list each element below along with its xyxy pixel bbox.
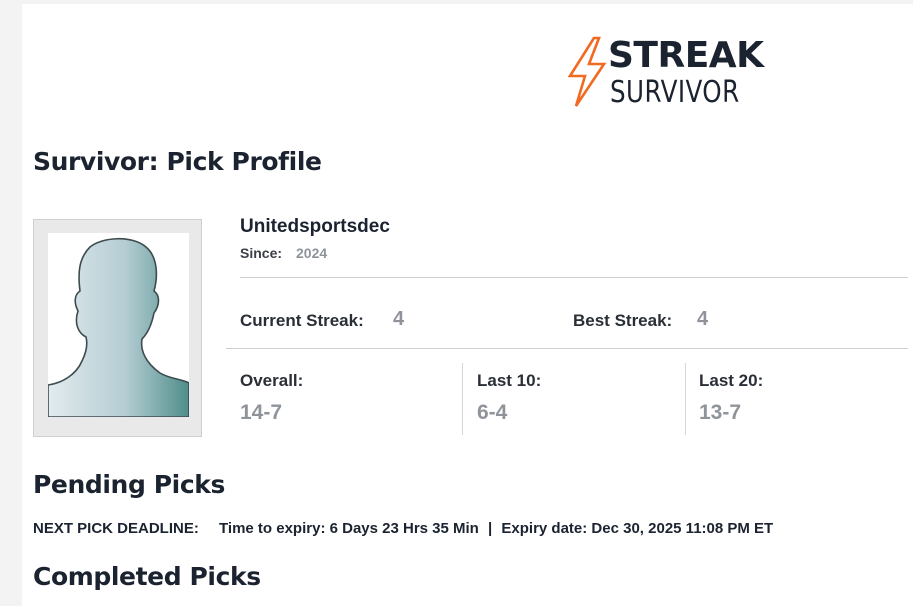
divider [226,348,908,349]
last10-value: 6-4 [477,401,508,424]
current-streak-label: Current Streak: [240,311,364,330]
streak-survivor-logo[interactable]: STREAK SURVIVOR [566,34,816,114]
logo-line2: SURVIVOR [610,75,740,110]
last20-label: Last 20: [699,371,764,390]
time-to-expiry: Time to expiry: 6 Days 23 Hrs 35 Min [219,520,479,537]
current-streak-value: 4 [393,308,405,330]
best-streak-value: 4 [697,308,709,330]
overall-value: 14-7 [240,401,283,424]
avatar [33,219,202,437]
pending-picks-heading: Pending Picks [33,470,225,499]
last10-label: Last 10: [477,371,542,390]
deadline-label: NEXT PICK DEADLINE: [33,520,199,537]
separator: | [488,520,493,537]
last20-value: 13-7 [699,401,742,424]
divider [685,363,686,435]
since-label: Since: [240,245,283,261]
best-streak-label: Best Streak: [573,311,673,330]
page-title: Survivor: Pick Profile [33,147,322,176]
page-content: STREAK SURVIVOR Survivor: Pick Profile U… [22,4,913,606]
expiry-date: Expiry date: Dec 30, 2025 11:08 PM ET [501,520,774,537]
username: Unitedsportsdec [240,216,390,237]
divider [240,277,908,278]
deadline-row: NEXT PICK DEADLINE: Time to expiry: 6 Da… [33,520,773,537]
since-value: 2024 [296,245,328,261]
overall-label: Overall: [240,371,304,390]
logo-line1: STREAK [608,35,764,76]
lightning-bolt-icon [567,36,607,107]
silhouette-avatar-icon [48,237,189,417]
divider [462,363,463,435]
completed-picks-heading: Completed Picks [33,562,261,591]
